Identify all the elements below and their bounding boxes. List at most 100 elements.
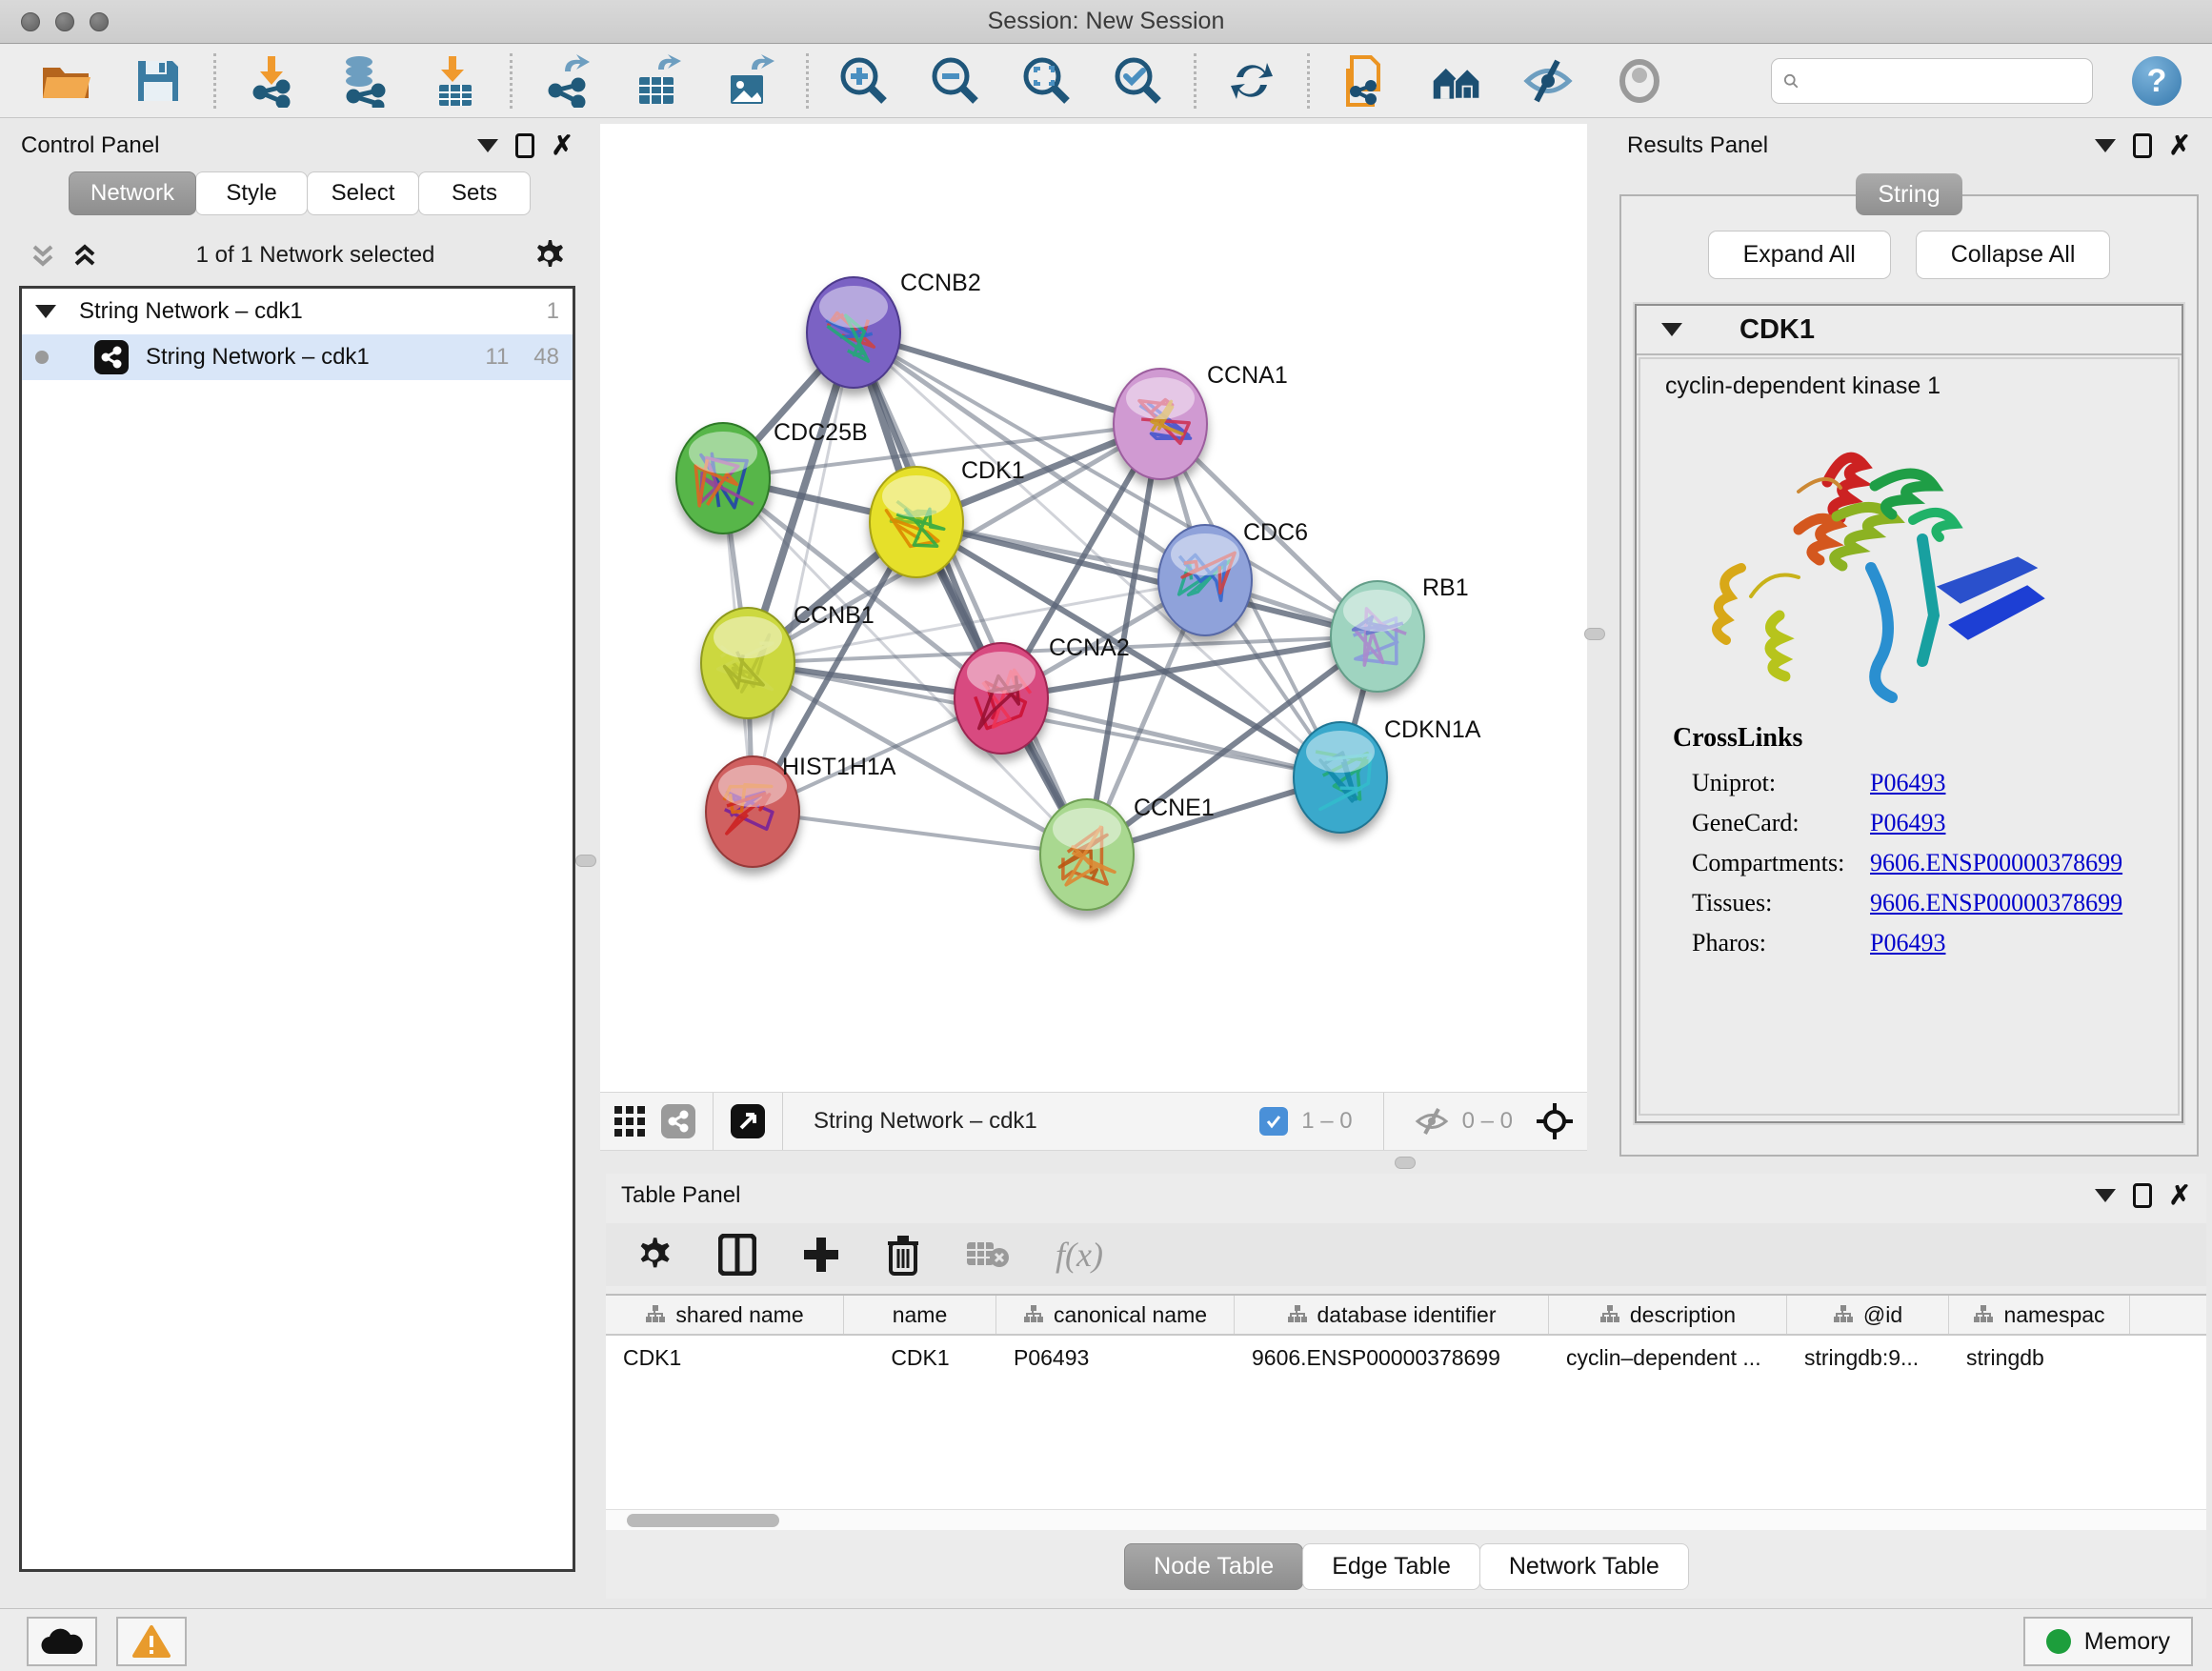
tab-network-table[interactable]: Network Table <box>1479 1543 1689 1590</box>
gene-card-header[interactable]: CDK1 <box>1637 306 2182 355</box>
tab-string[interactable]: String <box>1856 173 1962 215</box>
export-table-button[interactable] <box>633 54 686 108</box>
gene-expander-icon[interactable] <box>1661 323 1682 336</box>
scrollbar-thumb[interactable] <box>627 1514 779 1527</box>
panel-menu-icon[interactable] <box>2095 1189 2116 1202</box>
network-node-ccna1[interactable] <box>1114 369 1207 479</box>
tab-edge-table[interactable]: Edge Table <box>1302 1543 1480 1590</box>
memory-button[interactable]: Memory <box>2023 1617 2193 1666</box>
import-network-database-button[interactable] <box>336 54 390 108</box>
tab-network[interactable]: Network <box>69 171 196 215</box>
expand-all-button[interactable]: Expand All <box>1708 231 1891 279</box>
network-collection-row[interactable]: String Network – cdk1 1 <box>22 289 573 334</box>
crosslink-link[interactable]: 9606.ENSP00000378699 <box>1870 889 2122 917</box>
help-button[interactable]: ? <box>2132 56 2182 106</box>
column-header-canonical-name[interactable]: canonical name <box>996 1296 1235 1334</box>
search-input[interactable] <box>1806 69 2081 93</box>
delete-column-trash-icon[interactable] <box>886 1234 920 1276</box>
table-horizontal-scrollbar[interactable] <box>606 1509 2206 1530</box>
collection-expander-icon[interactable] <box>35 305 56 318</box>
import-network-file-button[interactable] <box>245 54 298 108</box>
column-header-shared-name[interactable]: shared name <box>606 1296 844 1334</box>
duplicate-network-button[interactable] <box>1338 54 1392 108</box>
tab-sets[interactable]: Sets <box>418 171 531 215</box>
crosslink-link[interactable]: P06493 <box>1870 769 1945 797</box>
table-row[interactable]: CDK1CDK1P064939606.ENSP00000378699cyclin… <box>606 1336 2206 1379</box>
table-cell[interactable]: CDK1 <box>606 1336 844 1379</box>
close-panel-icon[interactable]: ✗ <box>2169 132 2191 159</box>
table-cell[interactable]: P06493 <box>996 1336 1235 1379</box>
panel-menu-icon[interactable] <box>2095 139 2116 152</box>
zoom-selected-button[interactable] <box>1112 54 1165 108</box>
show-columns-icon[interactable] <box>718 1234 756 1276</box>
birdseye-view-icon[interactable] <box>731 1104 765 1138</box>
tab-style[interactable]: Style <box>195 171 308 215</box>
column-header-description[interactable]: description <box>1549 1296 1787 1334</box>
table-cell[interactable]: cyclin–dependent ... <box>1549 1336 1787 1379</box>
network-edge[interactable] <box>753 812 1087 855</box>
import-table-button[interactable] <box>428 54 481 108</box>
fit-content-crosshair-icon[interactable] <box>1536 1102 1574 1140</box>
crosslink-link[interactable]: 9606.ENSP00000378699 <box>1870 849 2122 877</box>
bottom-splitter-handle[interactable] <box>1395 1157 1416 1169</box>
network-node-cdc25b[interactable] <box>676 423 770 534</box>
table-cell[interactable]: stringdb <box>1949 1336 2130 1379</box>
table-settings-gear-icon[interactable] <box>634 1236 673 1274</box>
expand-all-icon[interactable] <box>70 241 99 270</box>
first-neighbors-button[interactable] <box>1430 54 1483 108</box>
network-canvas[interactable]: CCNB2CCNA1CDC25BCDK1CDC6RB1CCNB1CCNA2CDK… <box>600 124 1587 1151</box>
float-panel-icon[interactable] <box>515 133 534 158</box>
network-node-cdk1[interactable] <box>870 467 963 577</box>
panel-menu-icon[interactable] <box>477 139 498 152</box>
collapse-all-icon[interactable] <box>29 241 57 270</box>
control-panel: Control Panel ✗ Network Style Select Set… <box>6 124 589 1601</box>
refresh-layout-button[interactable] <box>1225 54 1278 108</box>
right-splitter-handle[interactable] <box>1584 628 1605 640</box>
column-header-@id[interactable]: @id <box>1787 1296 1949 1334</box>
network-app-icon[interactable] <box>661 1104 695 1138</box>
network-node-ccnb1[interactable] <box>701 608 794 718</box>
left-splitter-handle[interactable] <box>575 855 596 867</box>
table-cell[interactable]: CDK1 <box>844 1336 996 1379</box>
network-node-ccna2[interactable] <box>955 643 1048 754</box>
zoom-out-button[interactable] <box>929 54 982 108</box>
open-session-button[interactable] <box>40 54 93 108</box>
network-node-cdkn1a[interactable] <box>1294 722 1387 833</box>
memory-label: Memory <box>2084 1628 2170 1656</box>
float-panel-icon[interactable] <box>2133 1183 2152 1208</box>
export-image-button[interactable] <box>724 54 777 108</box>
warnings-button[interactable] <box>116 1617 187 1666</box>
save-session-button[interactable] <box>131 54 185 108</box>
zoom-fit-button[interactable] <box>1020 54 1074 108</box>
network-node-ccne1[interactable] <box>1040 799 1134 910</box>
gear-icon[interactable] <box>532 238 566 272</box>
add-column-plus-icon[interactable] <box>802 1236 840 1274</box>
crosslink-link[interactable]: P06493 <box>1870 929 1945 957</box>
table-cell[interactable]: 9606.ENSP00000378699 <box>1235 1336 1549 1379</box>
collection-count: 1 <box>547 298 559 325</box>
close-panel-icon[interactable]: ✗ <box>552 132 573 159</box>
network-row[interactable]: String Network – cdk1 11 48 <box>22 334 573 380</box>
tab-node-table[interactable]: Node Table <box>1124 1543 1303 1590</box>
column-header-database-identifier[interactable]: database identifier <box>1235 1296 1549 1334</box>
table-cell[interactable]: stringdb:9... <box>1787 1336 1949 1379</box>
network-edge[interactable] <box>1001 698 1340 777</box>
cloud-status-button[interactable] <box>27 1617 97 1666</box>
control-panel-title: Control Panel <box>21 132 159 159</box>
float-panel-icon[interactable] <box>2133 133 2152 158</box>
collapse-all-button[interactable]: Collapse All <box>1916 231 2111 279</box>
grid-view-icon[interactable] <box>613 1105 646 1137</box>
export-network-button[interactable] <box>541 54 594 108</box>
close-panel-icon[interactable]: ✗ <box>2169 1182 2191 1209</box>
network-node-rb1[interactable] <box>1331 581 1424 692</box>
column-header-name[interactable]: name <box>844 1296 996 1334</box>
column-header-namespac[interactable]: namespac <box>1949 1296 2130 1334</box>
tab-select[interactable]: Select <box>307 171 419 215</box>
network-node-cdc6[interactable] <box>1158 525 1252 635</box>
selected-checkbox[interactable] <box>1259 1107 1288 1136</box>
zoom-in-button[interactable] <box>837 54 891 108</box>
network-node-ccnb2[interactable] <box>807 277 900 388</box>
hide-selected-button[interactable] <box>1521 54 1575 108</box>
crosslink-link[interactable]: P06493 <box>1870 809 1945 837</box>
show-hidden-button[interactable] <box>1613 54 1666 108</box>
